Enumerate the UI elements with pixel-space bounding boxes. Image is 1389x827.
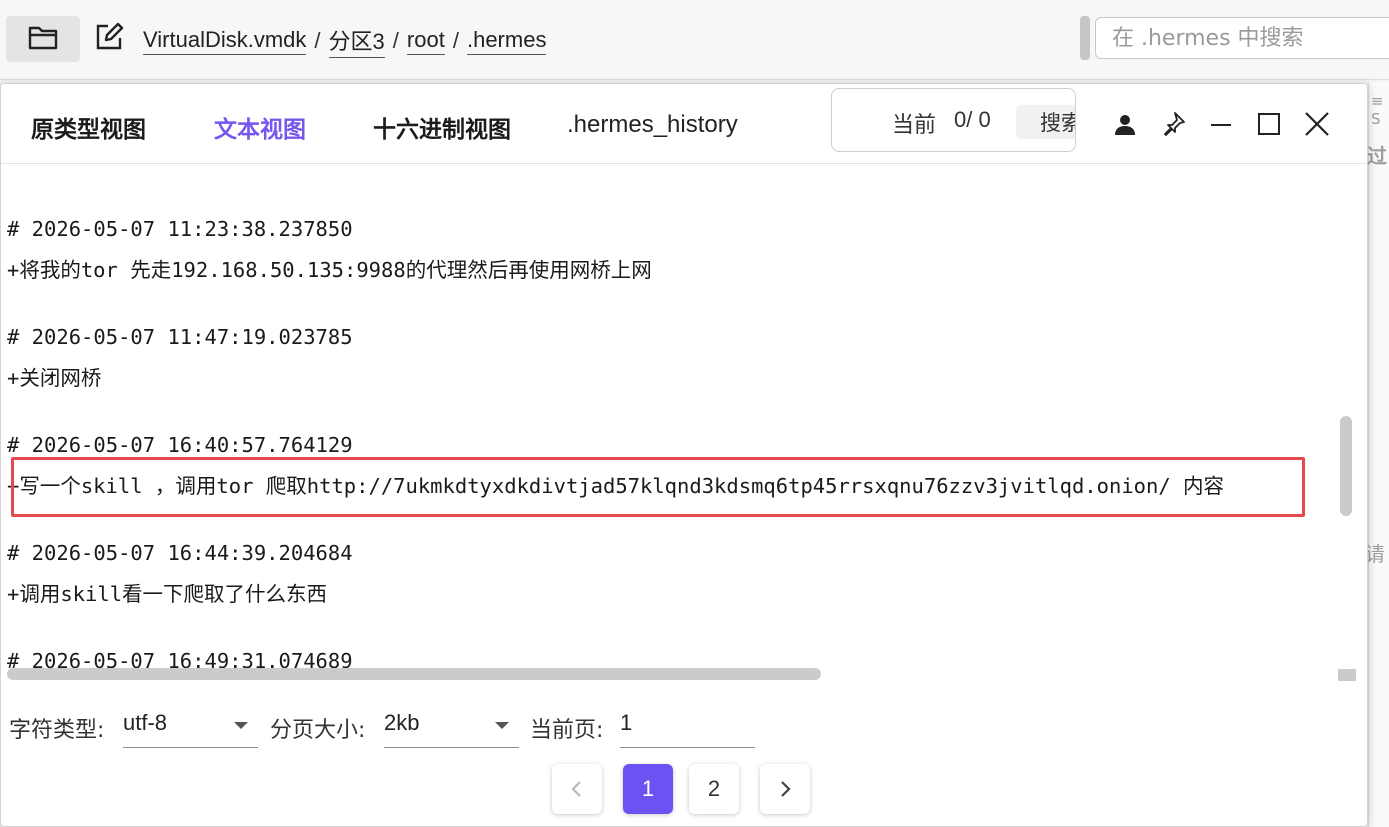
background-hint-middle: 过 — [1367, 144, 1387, 168]
find-panel: 当前 0/ 0 搜索 — [831, 88, 1076, 152]
background-hint-top: ≡ S — [1371, 92, 1384, 128]
current-page-value: 1 — [620, 710, 633, 735]
next-page-button[interactable] — [760, 764, 810, 814]
breadcrumb-root[interactable]: root — [406, 27, 445, 55]
minimize-icon[interactable] — [1206, 109, 1236, 139]
chevron-left-icon — [571, 781, 581, 797]
charset-value: utf-8 — [123, 710, 168, 735]
page-button-1[interactable]: 1 — [623, 764, 673, 814]
pagesize-label: 分页大小: — [270, 718, 366, 743]
content-line: +将我的tor 先走192.168.50.135:9988的代理然后再使用网桥上… — [7, 258, 652, 282]
breadcrumb-separator: / — [452, 28, 459, 53]
splitter-handle[interactable] — [1080, 16, 1090, 60]
file-viewer-window: 原类型视图 文本视图 十六进制视图 .hermes_history 当前 0/ … — [0, 83, 1368, 827]
breadcrumb-hermes[interactable]: .hermes — [466, 27, 547, 55]
edit-button[interactable] — [92, 22, 126, 56]
folder-button[interactable] — [6, 16, 80, 62]
folder-icon — [28, 24, 58, 54]
tab-raw-view[interactable]: 原类型视图 — [31, 110, 146, 144]
find-label: 当前 — [892, 113, 937, 138]
pin-icon[interactable] — [1158, 109, 1188, 139]
highlight-box — [11, 457, 1305, 517]
maximize-icon[interactable] — [1254, 109, 1284, 139]
chevron-right-icon — [781, 781, 791, 797]
user-icon[interactable] — [1110, 109, 1140, 139]
charset-label: 字符类型: — [9, 718, 105, 743]
current-page-input[interactable]: 1 — [620, 704, 755, 748]
chevron-down-icon — [234, 722, 248, 729]
charset-select[interactable]: utf-8 — [123, 704, 258, 748]
breadcrumb-separator: / — [314, 28, 321, 53]
breadcrumb-disk[interactable]: VirtualDisk.vmdk — [143, 27, 307, 55]
tab-hex-view[interactable]: 十六进制视图 — [373, 110, 511, 144]
content-line: +关闭网桥 — [7, 366, 102, 390]
horizontal-scrollbar[interactable] — [7, 668, 821, 680]
breadcrumb: VirtualDisk.vmdk / 分区3 / root / .hermes — [143, 24, 547, 58]
find-button[interactable]: 搜索 — [1016, 105, 1075, 139]
explorer-toolbar: VirtualDisk.vmdk / 分区3 / root / .hermes — [0, 0, 1389, 80]
edit-icon — [94, 22, 124, 56]
tab-text-view[interactable]: 文本视图 — [214, 110, 306, 144]
vertical-scrollbar[interactable] — [1340, 416, 1352, 516]
content-line: # 2026-05-07 16:44:39.204684 — [7, 541, 353, 565]
content-line: # 2026-05-07 16:40:57.764129 — [7, 433, 353, 457]
file-name: .hermes_history — [567, 111, 738, 138]
pagesize-value: 2kb — [384, 710, 420, 735]
background-panel: ≡ S 过 请 — [1365, 82, 1389, 827]
prev-page-button[interactable] — [552, 764, 602, 814]
breadcrumb-separator: / — [392, 28, 399, 53]
viewer-header: 原类型视图 文本视图 十六进制视图 .hermes_history 当前 0/ … — [1, 84, 1367, 164]
content-line: +调用skill看一下爬取了什么东西 — [7, 582, 328, 606]
content-line: # 2026-05-07 11:47:19.023785 — [7, 325, 353, 349]
close-icon[interactable] — [1302, 109, 1332, 139]
scroll-corner — [1338, 669, 1356, 681]
pagesize-select[interactable]: 2kb — [384, 704, 519, 748]
current-page-label: 当前页: — [530, 718, 604, 743]
chevron-down-icon — [495, 722, 509, 729]
folder-search-input[interactable] — [1095, 17, 1389, 59]
content-line: # 2026-05-07 11:23:38.237850 — [7, 217, 353, 241]
background-hint-lower: 请 — [1365, 542, 1385, 566]
breadcrumb-partition[interactable]: 分区3 — [328, 24, 385, 58]
find-count: 0/ 0 — [954, 107, 991, 132]
page-button-2[interactable]: 2 — [689, 764, 739, 814]
